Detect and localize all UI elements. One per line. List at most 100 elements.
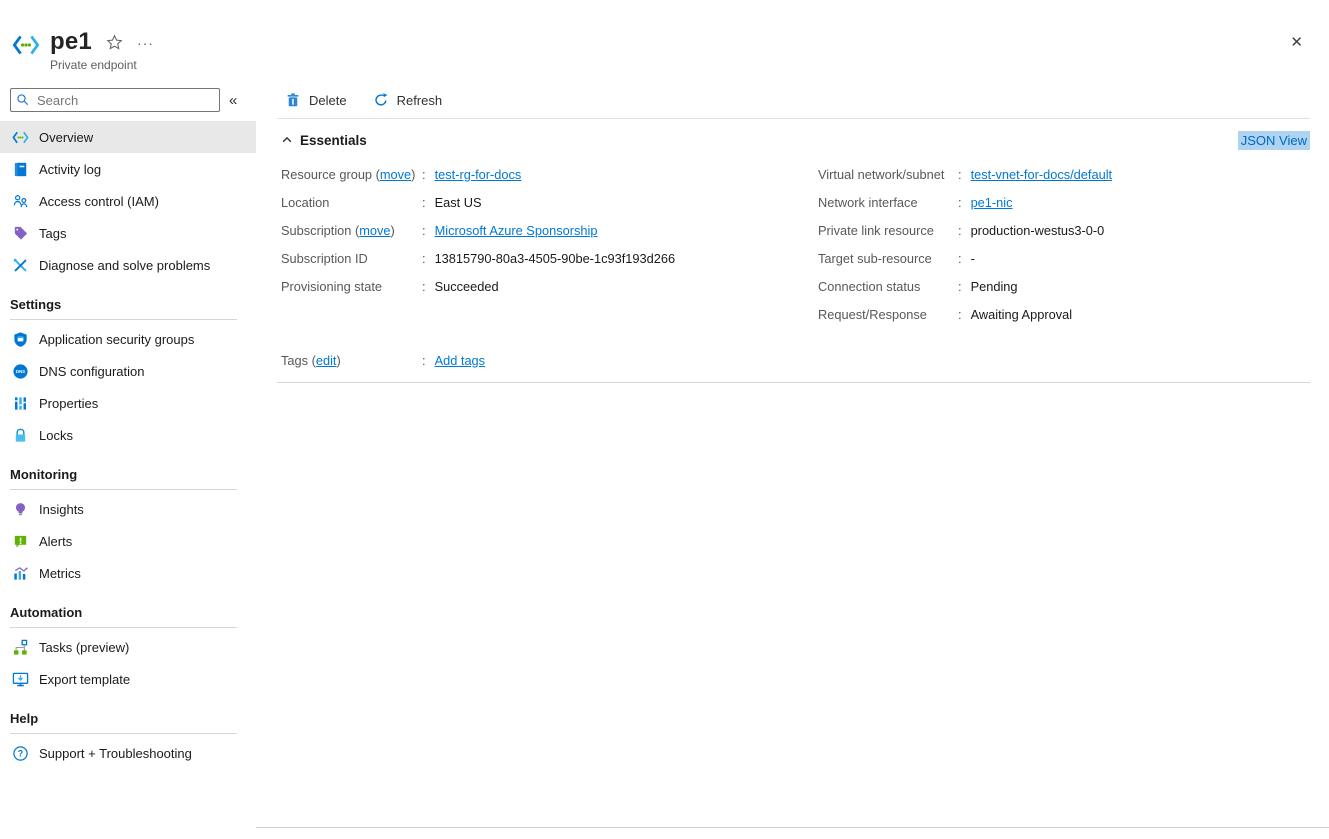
delete-button-label: Delete: [309, 93, 347, 108]
field-label: Connection status: [818, 279, 958, 294]
svg-text:DNS: DNS: [16, 369, 25, 374]
sidebar-item-label: Tasks (preview): [39, 640, 129, 655]
divider: [10, 627, 237, 628]
field-connection-status: Connection status : Pending: [818, 272, 1310, 300]
sidebar-item-label: Diagnose and solve problems: [39, 258, 210, 273]
essentials-grid: Resource group (move) : test-rg-for-docs…: [277, 160, 1310, 328]
refresh-icon: [373, 92, 389, 108]
sidebar-item-dns-configuration[interactable]: DNS DNS configuration: [0, 355, 256, 387]
resource-group-link[interactable]: test-rg-for-docs: [435, 167, 522, 182]
subscription-link[interactable]: Microsoft Azure Sponsorship: [435, 223, 598, 238]
sidebar-nav: Overview Activity log Access control (IA…: [0, 121, 256, 769]
alerts-icon: [12, 533, 29, 550]
close-icon[interactable]: ✕: [1290, 33, 1303, 51]
sidebar-item-metrics[interactable]: Metrics: [0, 557, 256, 589]
page-title: pe1: [50, 28, 92, 56]
insights-icon: [12, 501, 29, 518]
field-subscription-id: Subscription ID : 13815790-80a3-4505-90b…: [281, 244, 818, 272]
request-response-value: Awaiting Approval: [971, 307, 1073, 322]
field-network-interface: Network interface : pe1-nic: [818, 188, 1310, 216]
sidebar-section-automation: Automation: [0, 600, 256, 627]
field-label: Virtual network/subnet: [818, 167, 958, 182]
sidebar-item-access-control-iam[interactable]: Access control (IAM): [0, 185, 256, 217]
sidebar-item-label: Properties: [39, 396, 98, 411]
subscription-id-value: 13815790-80a3-4505-90be-1c93f193d266: [435, 251, 676, 266]
private-link-resource-value: production-westus3-0-0: [971, 223, 1105, 238]
field-provisioning-state: Provisioning state : Succeeded: [281, 272, 818, 300]
favorite-star-icon[interactable]: [106, 34, 123, 51]
search-icon: [16, 93, 30, 107]
sidebar-item-diagnose-solve-problems[interactable]: Diagnose and solve problems: [0, 249, 256, 281]
sidebar-item-tasks-preview[interactable]: Tasks (preview): [0, 631, 256, 663]
add-tags-link[interactable]: Add tags: [435, 353, 486, 368]
field-subscription: Subscription (move) : Microsoft Azure Sp…: [281, 216, 818, 244]
field-location: Location : East US: [281, 188, 818, 216]
sidebar-section-settings: Settings: [0, 292, 256, 319]
sidebar-item-label: Metrics: [39, 566, 81, 581]
private-endpoint-blade: pe1 ··· Private endpoint ✕ «: [0, 0, 1329, 839]
blade-bottom-border: [256, 827, 1329, 828]
field-label: Subscription (move): [281, 223, 422, 238]
command-bar: Delete Refresh: [277, 88, 1310, 112]
refresh-button[interactable]: Refresh: [373, 92, 443, 108]
field-request-response: Request/Response : Awaiting Approval: [818, 300, 1310, 328]
field-target-sub-resource: Target sub-resource : -: [818, 244, 1310, 272]
sidebar-item-activity-log[interactable]: Activity log: [0, 153, 256, 185]
field-resource-group: Resource group (move) : test-rg-for-docs: [281, 160, 818, 188]
application-security-groups-icon: [12, 331, 29, 348]
sidebar-item-label: Tags: [39, 226, 66, 241]
properties-icon: [12, 395, 29, 412]
tasks-icon: [12, 639, 29, 656]
sidebar-item-label: Access control (IAM): [39, 194, 159, 209]
divider: [10, 489, 237, 490]
move-subscription-link[interactable]: move: [359, 223, 390, 238]
chevron-up-icon: [281, 134, 293, 146]
network-interface-link[interactable]: pe1-nic: [971, 195, 1013, 210]
sidebar-section-monitoring: Monitoring: [0, 462, 256, 489]
field-label: Location: [281, 195, 422, 210]
access-control-icon: [12, 193, 29, 210]
search-input[interactable]: [10, 88, 220, 112]
essentials-header: Essentials JSON View: [277, 128, 1310, 152]
virtual-network-subnet-link[interactable]: test-vnet-for-docs/default: [971, 167, 1113, 182]
sidebar-item-overview[interactable]: Overview: [0, 121, 256, 153]
sidebar-item-tags[interactable]: Tags: [0, 217, 256, 249]
edit-tags-link[interactable]: edit: [316, 353, 337, 368]
delete-button[interactable]: Delete: [285, 92, 347, 108]
field-tags: Tags (edit) : Add tags: [277, 346, 1310, 374]
essentials-collapse-toggle[interactable]: Essentials: [277, 133, 367, 148]
sidebar-item-properties[interactable]: Properties: [0, 387, 256, 419]
location-value: East US: [435, 195, 482, 210]
sidebar-item-locks[interactable]: Locks: [0, 419, 256, 451]
sidebar-item-support-troubleshooting[interactable]: ? Support + Troubleshooting: [0, 737, 256, 769]
sidebar: « Overview Activity log: [0, 88, 256, 769]
sidebar-item-application-security-groups[interactable]: Application security groups: [0, 323, 256, 355]
search-box: [10, 88, 220, 112]
resource-type-subtitle: Private endpoint: [50, 58, 154, 72]
sidebar-item-insights[interactable]: Insights: [0, 493, 256, 525]
field-label: Network interface: [818, 195, 958, 210]
sidebar-item-alerts[interactable]: Alerts: [0, 525, 256, 557]
sidebar-item-label: Support + Troubleshooting: [39, 746, 192, 761]
provisioning-state-value: Succeeded: [435, 279, 499, 294]
export-template-icon: [12, 671, 29, 688]
move-resource-group-link[interactable]: move: [380, 167, 411, 182]
more-options-icon[interactable]: ···: [137, 34, 154, 50]
diagnose-icon: [12, 257, 29, 274]
refresh-button-label: Refresh: [397, 93, 443, 108]
sidebar-item-label: Locks: [39, 428, 73, 443]
collapse-menu-icon[interactable]: «: [229, 92, 237, 109]
sidebar-item-label: Application security groups: [39, 332, 194, 347]
field-label: Target sub-resource: [818, 251, 958, 266]
field-label: Subscription ID: [281, 251, 422, 266]
divider: [277, 382, 1310, 383]
json-view-link[interactable]: JSON View: [1238, 131, 1310, 150]
blade-header: pe1 ··· Private endpoint: [12, 28, 154, 72]
field-label: Resource group (move): [281, 167, 422, 182]
private-endpoint-icon: [12, 129, 29, 146]
field-virtual-network-subnet: Virtual network/subnet : test-vnet-for-d…: [818, 160, 1310, 188]
field-label: Request/Response: [818, 307, 958, 322]
divider: [10, 733, 237, 734]
sidebar-item-export-template[interactable]: Export template: [0, 663, 256, 695]
sidebar-item-label: Insights: [39, 502, 84, 517]
